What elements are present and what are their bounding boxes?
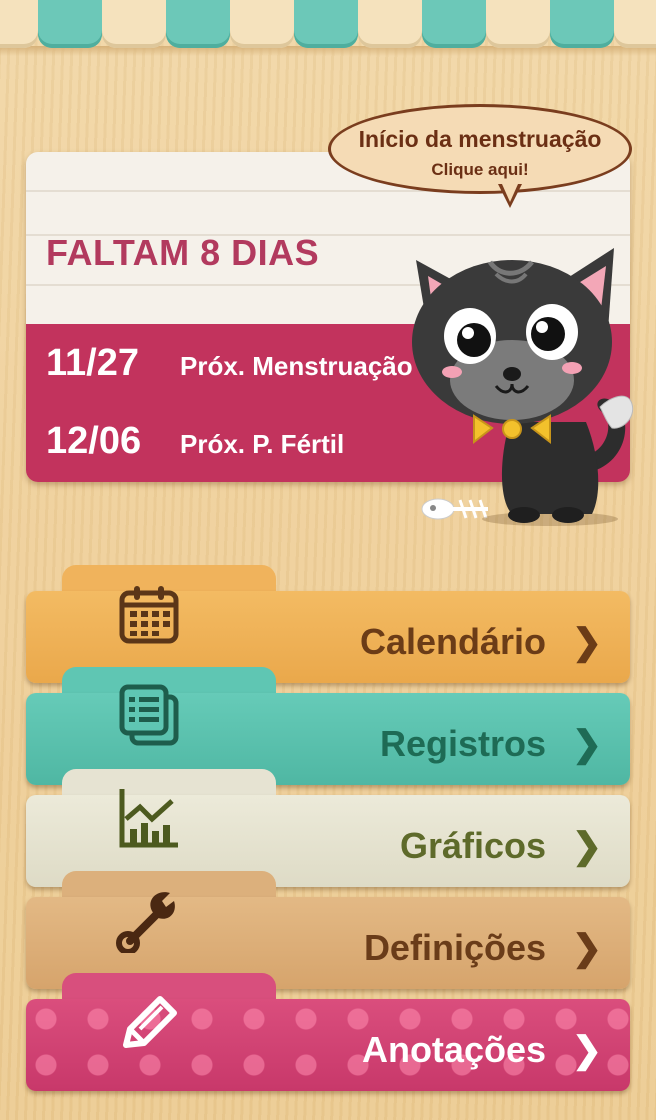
- menu-item-settings-label: Definições: [363, 927, 546, 968]
- menu-item-calendar-label: Calendário: [359, 621, 546, 662]
- chevron-right-icon: ❯: [571, 621, 602, 662]
- wrench-icon: [116, 892, 175, 953]
- menu-item-notes[interactable]: Anotações ❯: [26, 973, 630, 1091]
- awning-decoration: [0, 0, 656, 56]
- chevron-right-icon: ❯: [571, 723, 602, 764]
- bubble-subtitle: Clique aqui!: [431, 160, 529, 179]
- next-fertile-date: 12/06: [46, 420, 142, 462]
- chevron-right-icon: ❯: [571, 927, 602, 968]
- menu-item-notes-label: Anotações: [361, 1029, 546, 1070]
- chart-icon: [119, 789, 178, 848]
- fishbone-icon: [421, 498, 488, 520]
- period-start-bubble[interactable]: Início da menstruação Clique aqui!: [328, 104, 632, 208]
- menu-item-graphs[interactable]: Gráficos ❯: [26, 769, 630, 887]
- cat-mascot: [412, 248, 634, 526]
- chevron-right-icon: ❯: [571, 825, 602, 866]
- calendar-icon: [119, 586, 179, 644]
- next-period-date: 11/27: [46, 342, 139, 384]
- chevron-right-icon: ❯: [571, 1029, 602, 1070]
- pencil-icon: [123, 996, 177, 1048]
- menu-item-calendar[interactable]: Calendário ❯: [26, 565, 630, 683]
- next-fertile-label: Próx. P. Fértil: [180, 429, 345, 459]
- menu-item-settings[interactable]: Definições ❯: [26, 871, 630, 989]
- records-icon: [119, 684, 179, 746]
- menu-item-graphs-label: Gráficos: [399, 825, 546, 866]
- bubble-title: Início da menstruação: [358, 126, 602, 152]
- next-period-label: Próx. Menstruação: [180, 351, 413, 381]
- menu-item-records[interactable]: Registros ❯: [26, 667, 630, 785]
- menu-item-records-label: Registros: [379, 723, 546, 764]
- countdown-text: FALTAM 8 DIAS: [46, 232, 320, 273]
